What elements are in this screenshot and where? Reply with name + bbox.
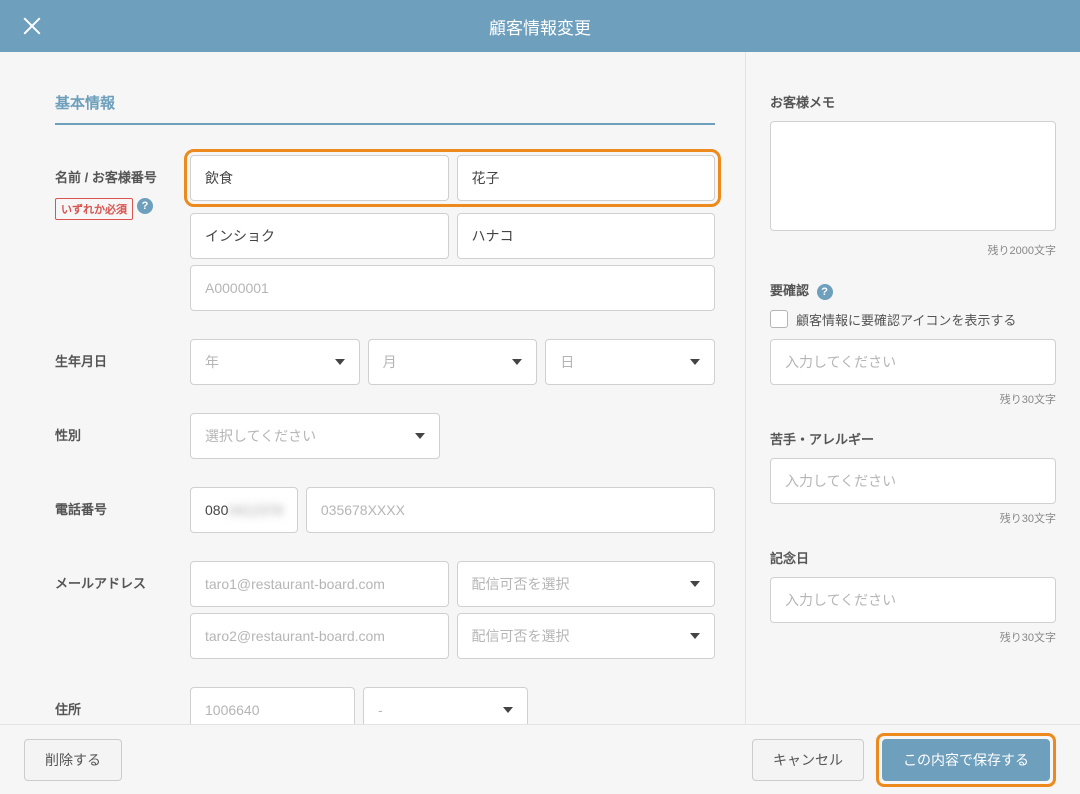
birth-month-select[interactable]: 月 <box>368 339 538 385</box>
confirm-checkbox-row[interactable]: 顧客情報に要確認アイコンを表示する <box>770 310 1056 329</box>
name-body <box>190 155 715 311</box>
footer: 削除する キャンセル この内容で保存する <box>0 724 1080 794</box>
memo-label: お客様メモ <box>770 92 1056 111</box>
phone-body: 0800412378 <box>190 487 715 533</box>
anniversary-counter: 残り30文字 <box>770 629 1056 645</box>
confirm-label: 要確認 ? <box>770 280 1056 300</box>
birth-year-select[interactable]: 年 <box>190 339 360 385</box>
chevron-down-icon <box>415 433 425 439</box>
delete-button[interactable]: 削除する <box>24 739 122 781</box>
allergy-label: 苦手・アレルギー <box>770 429 1056 448</box>
anniversary-input[interactable] <box>770 577 1056 623</box>
phone1-input[interactable]: 0800412378 <box>190 487 298 533</box>
allergy-input[interactable] <box>770 458 1056 504</box>
address-label: 住所 <box>55 687 190 718</box>
help-icon[interactable]: ? <box>817 284 833 300</box>
firstname-kana-input[interactable] <box>457 213 716 259</box>
email-body: 配信可否を選択 配信可否を選択 <box>190 561 715 659</box>
birth-day-select[interactable]: 日 <box>545 339 715 385</box>
email2-delivery-select[interactable]: 配信可否を選択 <box>457 613 716 659</box>
chevron-down-icon <box>335 359 345 365</box>
chevron-down-icon <box>503 707 513 713</box>
confirm-checkbox[interactable] <box>770 310 788 328</box>
memo-counter: 残り2000文字 <box>770 242 1056 258</box>
prefecture-placeholder: - <box>378 702 383 718</box>
close-icon[interactable] <box>22 16 42 36</box>
address-body: - <box>190 687 715 724</box>
section-title: 基本情報 <box>55 92 715 125</box>
modal-header: 顧客情報変更 <box>0 0 1080 52</box>
content: 基本情報 名前 / お客様番号 いずれか必須 ? <box>0 52 1080 724</box>
modal-title: 顧客情報変更 <box>489 14 591 39</box>
chevron-down-icon <box>690 581 700 587</box>
birth-month-placeholder: 月 <box>383 352 397 372</box>
cancel-button[interactable]: キャンセル <box>752 739 864 781</box>
phone-row: 電話番号 0800412378 <box>55 487 715 533</box>
confirm-label-text: 要確認 <box>770 283 809 298</box>
firstname-input[interactable] <box>457 155 716 201</box>
name-row: 名前 / お客様番号 いずれか必須 ? <box>55 155 715 311</box>
confirm-input[interactable] <box>770 339 1056 385</box>
email1-delivery-select[interactable]: 配信可否を選択 <box>457 561 716 607</box>
gender-body: 選択してください <box>190 413 440 459</box>
email-label: メールアドレス <box>55 561 190 592</box>
phone1-visible: 080 <box>205 502 228 518</box>
chevron-down-icon <box>690 633 700 639</box>
zipcode-input[interactable] <box>190 687 355 724</box>
customer-number-input[interactable] <box>190 265 715 311</box>
confirm-counter: 残り30文字 <box>770 391 1056 407</box>
email2-delivery-placeholder: 配信可否を選択 <box>472 626 570 646</box>
birth-year-placeholder: 年 <box>205 352 219 372</box>
address-row: 住所 - <box>55 687 715 724</box>
memo-textarea[interactable] <box>770 121 1056 231</box>
gender-row: 性別 選択してください <box>55 413 715 459</box>
save-button[interactable]: この内容で保存する <box>882 739 1050 781</box>
gender-placeholder: 選択してください <box>205 426 316 446</box>
name-label-text: 名前 / お客様番号 <box>55 167 190 186</box>
left-panel: 基本情報 名前 / お客様番号 いずれか必須 ? <box>0 52 745 724</box>
chevron-down-icon <box>512 359 522 365</box>
allergy-counter: 残り30文字 <box>770 510 1056 526</box>
required-badge: いずれか必須 <box>55 198 133 220</box>
right-panel: お客様メモ 残り2000文字 要確認 ? 顧客情報に要確認アイコンを表示する 残… <box>745 52 1080 724</box>
save-highlight: この内容で保存する <box>876 733 1056 787</box>
footer-right: キャンセル この内容で保存する <box>752 733 1056 787</box>
birth-day-placeholder: 日 <box>560 352 574 372</box>
phone-label: 電話番号 <box>55 487 190 518</box>
help-icon[interactable]: ? <box>137 198 153 214</box>
gender-label: 性別 <box>55 413 190 444</box>
chevron-down-icon <box>690 359 700 365</box>
name-label: 名前 / お客様番号 いずれか必須 ? <box>55 155 190 220</box>
email2-input[interactable] <box>190 613 449 659</box>
lastname-kana-input[interactable] <box>190 213 449 259</box>
anniversary-label: 記念日 <box>770 548 1056 567</box>
phone2-input[interactable] <box>306 487 715 533</box>
lastname-input[interactable] <box>190 155 449 201</box>
email1-delivery-placeholder: 配信可否を選択 <box>472 574 570 594</box>
birthday-body: 年 月 日 <box>190 339 715 385</box>
email-row: メールアドレス 配信可否を選択 配信可否を選択 <box>55 561 715 659</box>
birthday-label: 生年月日 <box>55 339 190 370</box>
confirm-checkbox-label: 顧客情報に要確認アイコンを表示する <box>796 310 1016 329</box>
phone1-blurred: 0412378 <box>228 502 283 518</box>
birthday-row: 生年月日 年 月 日 <box>55 339 715 385</box>
gender-select[interactable]: 選択してください <box>190 413 440 459</box>
email1-input[interactable] <box>190 561 449 607</box>
prefecture-select[interactable]: - <box>363 687 528 724</box>
name-highlight <box>184 149 721 207</box>
